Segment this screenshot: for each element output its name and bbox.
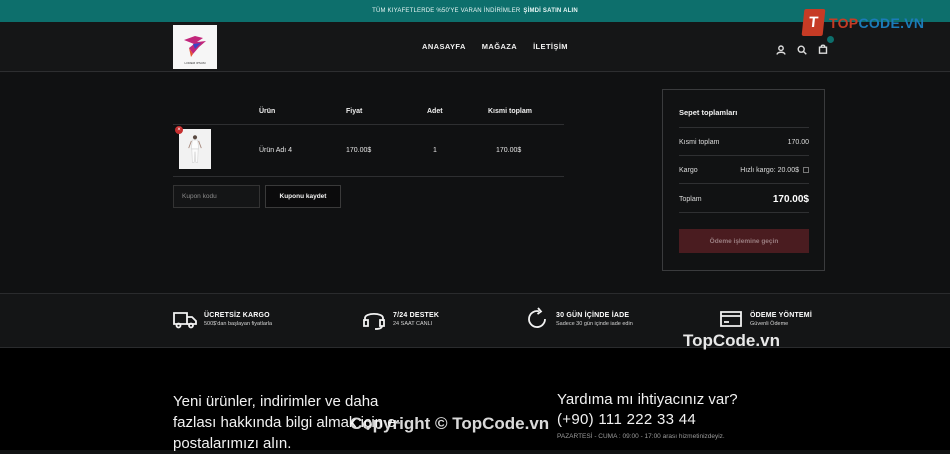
- copyright-watermark: Copyright © TopCode.vn: [350, 414, 550, 433]
- credit-card-icon: [720, 311, 742, 327]
- cart-count-badge: [827, 36, 834, 43]
- headset-icon: [363, 312, 385, 330]
- feature-subtitle: Güvenli Ödeme: [750, 320, 789, 327]
- shipping-row: Kargo Hızlı kargo: 20.00$: [679, 167, 809, 174]
- watermark-logo: T TOPCODE.VN: [801, 9, 925, 36]
- logo-caption: LOREM IPSUM: [184, 61, 206, 65]
- item-price: 170.00$: [346, 147, 372, 154]
- feature-subtitle: 500$'dan başlayan fiyatlarla: [204, 320, 273, 327]
- search-icon[interactable]: [797, 45, 807, 55]
- subtotal-label: Kısmi toplam: [679, 139, 720, 146]
- business-hours: PAZARTESİ - CUMA : 09:00 - 17:00 arası h…: [557, 433, 725, 440]
- phone-number[interactable]: (+90) 111 222 33 44: [557, 411, 696, 428]
- col-subtotal: Kısmi toplam: [488, 108, 532, 115]
- nav-contact[interactable]: İLETİŞİM: [533, 42, 568, 51]
- center-watermark: TopCode.vn: [683, 331, 780, 350]
- main-nav: ANASAYFA MAĞAZA İLETİŞİM: [422, 42, 568, 51]
- refresh-icon: [528, 307, 546, 328]
- watermark-badge: T: [801, 9, 826, 36]
- feature-free-shipping: ÜCRETSİZ KARGO 500$'dan başlayan fiyatlar…: [173, 307, 272, 331]
- divider: [173, 176, 564, 177]
- watermark-brand: TOPCODE.VN: [829, 14, 925, 31]
- cart-button[interactable]: [818, 36, 834, 59]
- user-icon[interactable]: [776, 45, 786, 55]
- shipping-checkbox[interactable]: [803, 167, 809, 174]
- feature-subtitle: Sadece 30 gün içinde iade edin: [556, 320, 633, 327]
- divider: [173, 124, 564, 125]
- total-label: Toplam: [679, 196, 702, 203]
- remove-item-button[interactable]: ×: [175, 126, 183, 134]
- nav-shop[interactable]: MAĞAZA: [482, 42, 517, 51]
- product-image: [188, 135, 202, 163]
- shopping-bag-icon: [818, 44, 828, 54]
- item-qty[interactable]: 1: [433, 147, 437, 154]
- subtotal-value: 170.00: [787, 139, 809, 146]
- nav-home[interactable]: ANASAYFA: [422, 42, 466, 51]
- total-value: 170.00$: [772, 194, 809, 205]
- divider: [679, 183, 809, 184]
- totals-title: Sepet toplamları: [679, 108, 738, 117]
- announcement-cta-link[interactable]: ŞİMDİ SATIN ALIN: [523, 8, 578, 14]
- feature-subtitle: 24 SAAT CANLI: [393, 320, 433, 327]
- feature-title: ÜCRETSİZ KARGO: [204, 311, 270, 319]
- announcement-text: TÜM KIYAFETLERDE %50'YE VARAN İNDİRİMLER: [372, 8, 521, 14]
- total-row: Toplam 170.00$: [679, 194, 809, 205]
- divider: [679, 155, 809, 156]
- cart-totals-panel: Sepet toplamları Kısmi toplam 170.00 Kar…: [662, 89, 825, 271]
- shipping-label: Kargo: [679, 167, 698, 174]
- divider: [679, 127, 809, 128]
- item-name[interactable]: Ürün Adı 4: [259, 147, 292, 154]
- site-footer: Yeni ürünler, indirimler ve daha fazlası…: [0, 348, 950, 452]
- feature-payment: ÖDEME YÖNTEMİ Güvenli Ödeme: [719, 307, 812, 331]
- truck-icon: [173, 312, 197, 329]
- coupon-input[interactable]: Kupon kodu: [173, 185, 260, 208]
- feature-title: 7/24 DESTEK: [393, 311, 440, 319]
- apply-coupon-button[interactable]: Kuponu kaydet: [265, 185, 341, 208]
- shipping-option[interactable]: Hızlı kargo: 20.00$: [740, 167, 809, 174]
- eagle-logo-icon: [184, 36, 206, 57]
- site-logo[interactable]: LOREM IPSUM: [173, 25, 217, 69]
- subtotal-row: Kısmi toplam 170.00: [679, 139, 809, 146]
- product-thumbnail[interactable]: [179, 129, 211, 169]
- col-product: Ürün: [259, 108, 276, 115]
- feature-support: 7/24 DESTEK 24 SAAT CANLI: [362, 307, 439, 331]
- feature-title: 30 GÜN İÇİNDE İADE: [556, 311, 630, 319]
- col-price: Fiyat: [346, 108, 363, 115]
- header-icons: [776, 36, 834, 59]
- divider: [679, 212, 809, 213]
- feature-title: ÖDEME YÖNTEMİ: [750, 311, 812, 319]
- help-title: Yardıma mı ihtiyacınız var?: [557, 391, 738, 408]
- feature-returns: 30 GÜN İÇİNDE İADE Sadece 30 gün içinde i…: [525, 307, 633, 331]
- col-qty: Adet: [427, 108, 443, 115]
- item-subtotal: 170.00$: [496, 147, 522, 154]
- checkout-button[interactable]: Ödeme işlemine geçin: [679, 229, 809, 253]
